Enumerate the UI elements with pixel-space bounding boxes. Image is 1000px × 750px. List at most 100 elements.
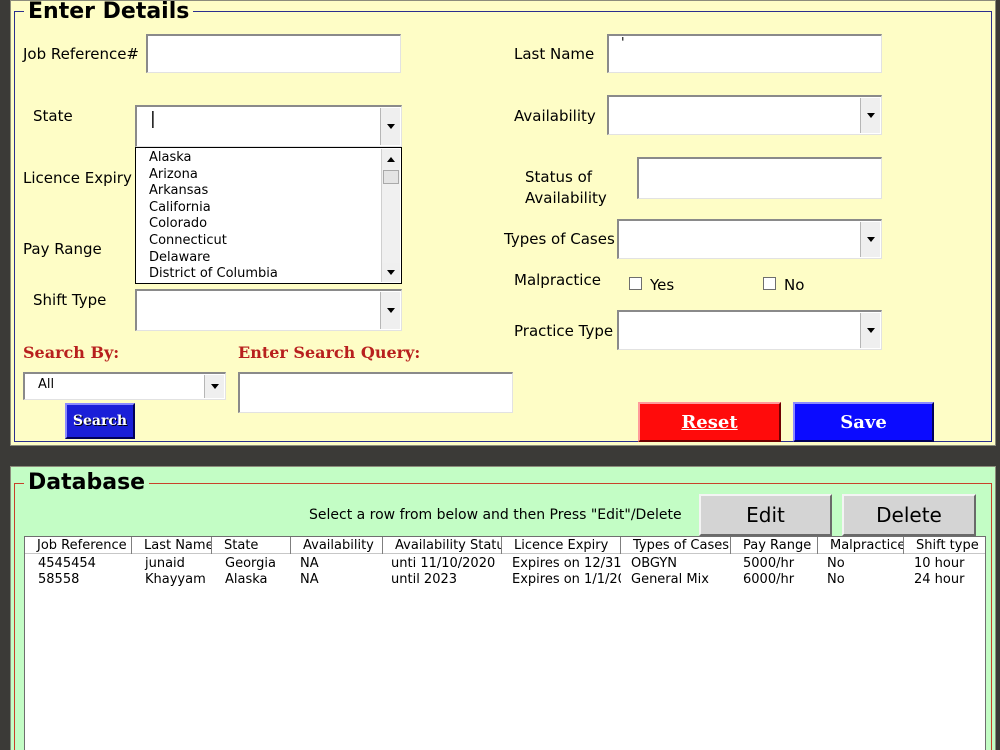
availability-label: Availability [514,107,596,125]
table-cell: unti 11/10/2020 [391,556,496,571]
column-header-types-of-cases[interactable]: Types of Cases [621,537,731,554]
table-cell: 24 hour [914,572,965,587]
state-input-value: | [150,109,156,129]
state-option[interactable]: Alaska [149,150,401,167]
chevron-down-icon [386,124,395,129]
table-cell: 5000/hr [743,556,795,571]
table-cell: Khayyam [145,572,206,587]
column-header-pay-range[interactable]: Pay Range [731,537,818,554]
delete-button[interactable]: Delete [842,494,976,536]
last-name-label: Last Name [514,45,595,63]
practice-type-dropdown-button[interactable] [860,313,880,348]
database-title: Database [24,472,150,494]
state-dropdown-button[interactable] [380,108,400,145]
column-header-malpractice[interactable]: Malpractice [818,537,904,554]
practice-type-label: Practice Type [514,322,614,340]
table-cell: 58558 [38,572,80,587]
table-cell: Alaska [225,572,268,587]
search-by-dropdown-button[interactable] [204,375,224,398]
table-cell: Expires on 12/31/2020 [512,556,621,571]
table-cell: NA [300,556,319,571]
chevron-down-icon [210,384,219,389]
column-header-state[interactable]: State [212,537,291,554]
types-of-cases-dropdown-button[interactable] [860,222,880,257]
table-cell: OBGYN [631,556,678,571]
edit-button[interactable]: Edit [699,494,832,536]
search-by-value: All [38,377,55,392]
malpractice-no-checkbox[interactable] [763,277,776,290]
state-option[interactable]: California [149,200,401,217]
shift-type-dropdown-button[interactable] [380,292,400,329]
table-cell: Expires on 1/1/2023 [512,572,621,587]
search-query-input[interactable] [238,372,513,413]
chevron-down-icon [866,237,875,242]
status-availability-label-line1: Status of [525,168,593,186]
pay-range-label: Pay Range [23,240,102,258]
table-row[interactable]: 4545454 junaid Georgia NA unti 11/10/202… [25,556,985,572]
table-cell: General Mix [631,572,709,587]
column-header-job-reference[interactable]: Job Reference [25,537,132,554]
search-query-label: Enter Search Query: [238,343,421,362]
licence-expiry-label: Licence Expiry [23,169,132,187]
table-cell: junaid [145,556,185,571]
status-availability-label-line2: Availability [525,189,607,207]
table-cell: 4545454 [38,556,96,571]
availability-dropdown-button[interactable] [860,98,880,133]
column-header-licence-expiry[interactable]: Licence Expiry [502,537,621,554]
search-button[interactable]: Search [65,403,135,439]
types-of-cases-label: Types of Cases [504,230,615,248]
table-cell: until 2023 [391,572,458,587]
chevron-up-icon [387,156,395,162]
database-hint: Select a row from below and then Press "… [309,507,682,523]
state-list-scrollbar[interactable] [381,149,400,282]
column-header-shift-type[interactable]: Shift type [904,537,985,554]
scroll-thumb[interactable] [383,170,399,184]
malpractice-yes-label: Yes [650,276,675,294]
database-table[interactable]: Job Reference Last Name State Availabili… [24,536,986,750]
last-name-input[interactable]: ' [607,34,882,73]
enter-details-title: Enter Details [24,1,194,23]
malpractice-label: Malpractice [514,271,601,289]
state-option[interactable]: Colorado [149,216,401,233]
last-name-value: ' [621,36,625,51]
column-header-last-name[interactable]: Last Name [132,537,212,554]
practice-type-combobox[interactable] [617,310,882,350]
table-cell: 10 hour [914,556,965,571]
chevron-down-icon [866,328,875,333]
state-option[interactable]: Arizona [149,167,401,184]
state-option[interactable]: District of Columbia [149,266,401,283]
job-reference-label: Job Reference# [23,45,139,63]
state-label: State [33,107,73,125]
state-combobox[interactable]: | [135,105,402,147]
chevron-down-icon [386,308,395,313]
availability-combobox[interactable] [607,95,882,135]
table-header: Job Reference Last Name State Availabili… [25,537,985,554]
column-header-availability[interactable]: Availability [291,537,383,554]
state-option[interactable]: Arkansas [149,183,401,200]
column-header-availability-status[interactable]: Availability Status [383,537,502,554]
chevron-down-icon [387,269,395,275]
table-row[interactable]: 58558 Khayyam Alaska NA until 2023 Expir… [25,572,985,588]
search-by-label: Search By: [23,343,120,362]
table-cell: 6000/hr [743,572,795,587]
table-cell: No [827,572,845,587]
table-cell: No [827,556,845,571]
state-option[interactable]: Connecticut [149,233,401,250]
scroll-up-button[interactable] [382,150,400,168]
job-reference-input[interactable] [146,34,401,73]
malpractice-no-label: No [784,276,805,294]
chevron-down-icon [866,113,875,118]
reset-button[interactable]: Reset [638,402,781,442]
shift-type-combobox[interactable] [135,289,402,331]
status-availability-input[interactable] [637,157,882,199]
scroll-down-button[interactable] [382,263,400,281]
shift-type-label: Shift Type [33,291,107,309]
save-button[interactable]: Save [793,402,934,442]
types-of-cases-combobox[interactable] [617,219,882,259]
state-dropdown-list[interactable]: Alaska Arizona Arkansas California Color… [135,147,402,284]
malpractice-yes-checkbox[interactable] [629,277,642,290]
state-option[interactable]: Delaware [149,250,401,267]
search-by-combobox[interactable]: All [23,372,226,400]
table-cell: NA [300,572,319,587]
table-cell: Georgia [225,556,276,571]
